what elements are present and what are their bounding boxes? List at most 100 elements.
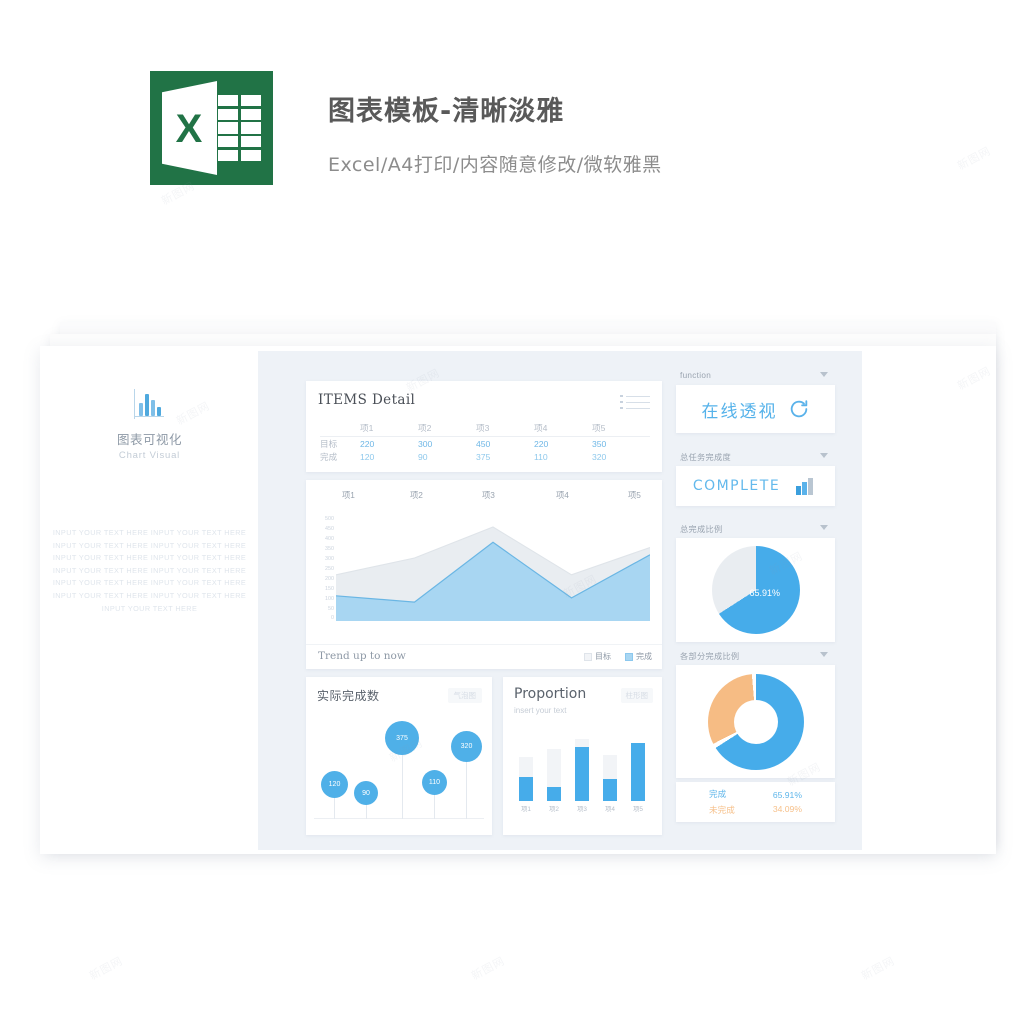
prop-bar-label-2: 项2 [549, 806, 559, 813]
header-text: 图表模板-清晰淡雅 Excel/A4打印/内容随意修改/微软雅黑 [328, 71, 662, 177]
watermark: 新图网 [859, 954, 898, 983]
cell-done-2: 90 [418, 451, 428, 462]
brand-title-cn: 图表可视化 [116, 433, 182, 447]
ytick-250: 250 [325, 566, 334, 572]
ytick-350: 350 [325, 546, 334, 552]
excel-logo-letter: X [175, 107, 203, 151]
prop-bar-1[interactable] [519, 777, 533, 801]
proportion-bars: 项1 项2 项3 项4 项5 [515, 735, 651, 813]
filter-dropdown-icon[interactable] [820, 452, 829, 461]
ytick-450: 450 [325, 526, 334, 532]
donut-chart[interactable] [707, 673, 804, 770]
pie-panel-title: 总完成比例 [680, 524, 723, 534]
donut-legend-values: 65.91% 34.09% [773, 790, 802, 814]
area-chart-y-axis: 500 450 400 350 300 250 200 150 100 50 0 [312, 516, 334, 621]
col-head-1: 项1 [360, 421, 418, 437]
proportion-title: Proportion [514, 686, 587, 702]
donut-panel-body [676, 665, 835, 778]
complete-value: COMPLETE [692, 478, 781, 494]
function-panel-header: function [676, 366, 835, 385]
col-head-4: 项4 [534, 421, 592, 437]
prop-bar-label-5: 项5 [633, 806, 643, 813]
page-root: X 图表模板-清晰淡雅 Excel/A4打印/内容随意修改/微软雅黑 图表可视化… [0, 0, 1024, 1024]
row-label-target: 目标 [320, 438, 338, 449]
ytick-500: 500 [325, 516, 334, 522]
area-xlabel-4: 项4 [556, 490, 569, 500]
prop-bar-label-4: 项4 [605, 806, 615, 813]
bubble-point[interactable]: 90 [354, 781, 378, 805]
cell-target-5: 350 [592, 438, 607, 449]
bubble-baseline [314, 818, 484, 819]
table-row: 完成 120 90 375 110 320 [320, 450, 650, 463]
donut-panel-header: 各部分完成比例 [676, 646, 835, 665]
bubble-point[interactable]: 120 [321, 771, 348, 798]
legend-item-done[interactable]: 完成 [625, 651, 652, 662]
ytick-400: 400 [325, 536, 334, 542]
bubble-point[interactable]: 320 [451, 731, 482, 762]
donut-legend-name-done: 完成 [709, 789, 727, 799]
ytick-0: 0 [331, 615, 334, 621]
area-chart-footer-label: Trend up to now [318, 650, 406, 662]
cell-target-1: 220 [360, 438, 375, 449]
excel-logo-icon: X [150, 71, 273, 185]
legend-swatch-done [625, 652, 633, 661]
placeholder-text-block: INPUT YOUR TEXT HERE INPUT YOUR TEXT HER… [52, 528, 247, 613]
cell-target-4: 220 [534, 438, 549, 449]
items-detail-card: ITEMS Detail 项1 项2 项3 项4 项5 目标 220 300 4… [306, 381, 662, 472]
watermark: 新图网 [955, 144, 994, 173]
legend-label-done: 完成 [636, 652, 652, 661]
area-chart-legend: 目标 完成 [584, 651, 652, 662]
donut-legend-value-undone: 34.09% [772, 804, 802, 814]
bubble-chart-title: 实际完成数 [317, 689, 380, 703]
prop-bar-label-1: 项1 [521, 806, 531, 813]
cell-target-2: 300 [418, 438, 433, 449]
donut-legend-name-undone: 未完成 [709, 805, 735, 815]
donut-panel: 各部分完成比例 完成 未完成 65.91% 34.09% [676, 646, 835, 822]
bubble-point[interactable]: 375 [385, 721, 419, 755]
brand-block: 图表可视化 Chart Visual [41, 389, 258, 461]
ytick-300: 300 [325, 556, 334, 562]
list-icon[interactable] [620, 395, 650, 411]
complete-panel-body[interactable]: COMPLETE [676, 466, 835, 506]
ytick-100: 100 [325, 596, 334, 602]
items-detail-title: ITEMS Detail [318, 392, 416, 408]
cell-done-3: 375 [476, 451, 491, 462]
bubble-point[interactable]: 110 [422, 770, 447, 795]
function-panel-body[interactable]: 在线透视 [676, 385, 835, 433]
donut-legend-value-done: 65.91% [772, 790, 802, 800]
filter-dropdown-icon[interactable] [820, 524, 829, 533]
area-chart-footer: Trend up to now 目标 完成 [306, 644, 662, 669]
pie-panel: 总完成比例 65.91% [676, 519, 835, 642]
watermark: 新图网 [469, 954, 508, 983]
prop-bar-label-3: 项3 [577, 806, 587, 813]
ytick-200: 200 [325, 576, 334, 582]
donut-panel-title: 各部分完成比例 [680, 651, 740, 661]
bubble-chart-card: 实际完成数 气泡图 120 90 375 110 320 [306, 677, 492, 835]
proportion-badge: 柱形图 [620, 688, 653, 703]
page-title: 图表模板-清晰淡雅 [328, 96, 565, 127]
filter-dropdown-icon[interactable] [820, 651, 829, 660]
excel-logo-grid [218, 95, 261, 161]
row-label-done: 完成 [320, 451, 338, 462]
prop-bar-3[interactable] [575, 747, 589, 801]
prop-bar-5[interactable] [631, 743, 645, 801]
legend-item-target[interactable]: 目标 [584, 651, 611, 662]
table-row: 目标 220 300 450 220 350 [320, 437, 650, 451]
right-sidebar: function 在线透视 总任务完成度 COMPLETE 总完成比例 65.9… [672, 351, 862, 850]
pie-panel-header: 总完成比例 [676, 519, 835, 538]
filter-dropdown-icon[interactable] [820, 371, 829, 380]
watermark: 新图网 [87, 954, 126, 983]
area-xlabel-2: 项2 [410, 490, 423, 500]
complete-panel-header: 总任务完成度 [676, 447, 835, 466]
proportion-subtitle: insert your text [514, 706, 567, 715]
prop-bar-2[interactable] [547, 787, 561, 801]
bar-chart-icon [133, 389, 167, 421]
pie-chart[interactable]: 65.91% [711, 546, 800, 634]
bubble-chart-plot: 120 90 375 110 320 [314, 713, 484, 825]
ytick-150: 150 [325, 586, 334, 592]
prop-bar-4[interactable] [603, 779, 617, 801]
refresh-icon[interactable] [788, 398, 810, 420]
left-column: 图表可视化 Chart Visual INPUT YOUR TEXT HERE … [41, 351, 258, 850]
area-chart-plot [336, 526, 650, 621]
legend-label-target: 目标 [595, 652, 611, 661]
